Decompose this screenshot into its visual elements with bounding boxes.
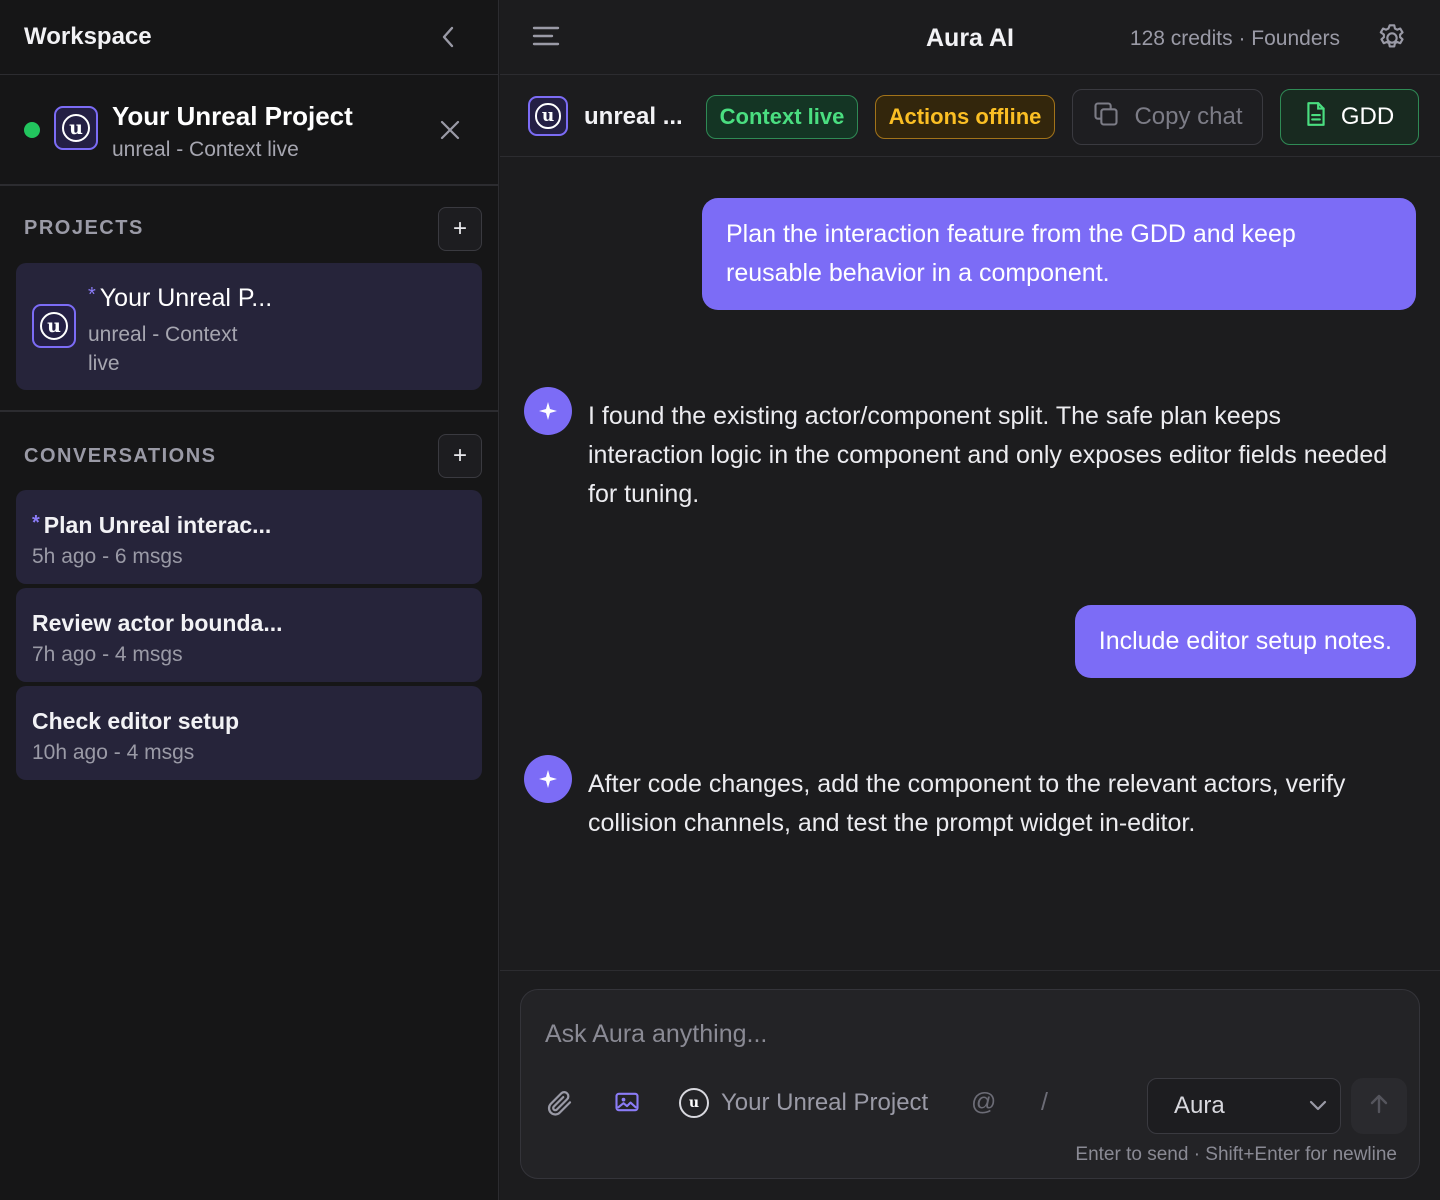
copy-icon: [1092, 100, 1120, 135]
conversations-heading: CONVERSATIONS: [24, 445, 217, 467]
copy-chat-label: Copy chat: [1134, 103, 1243, 130]
unreal-logo-icon: u: [528, 96, 568, 136]
send-button[interactable]: [1351, 1078, 1407, 1134]
context-bar: u unreal ... Context live Actions offlin…: [500, 75, 1440, 157]
active-project-subtitle: unreal - Context live: [112, 138, 299, 161]
conversation-item[interactable]: Check editor setup 10h ago - 4 msgs: [16, 686, 482, 780]
unreal-logo-icon: u: [54, 106, 98, 150]
projects-heading: PROJECTS: [24, 217, 144, 239]
context-project-name: unreal ...: [584, 103, 683, 130]
active-project: u Your Unreal Project unreal - Context l…: [0, 75, 498, 186]
project-card[interactable]: u * Your Unreal P... unreal - Context liv…: [16, 263, 482, 390]
user-message: Plan the interaction feature from the GD…: [702, 198, 1416, 310]
add-project-button[interactable]: +: [438, 207, 482, 251]
workspace-header: Workspace: [0, 0, 498, 75]
conversation-item[interactable]: * Plan Unreal interac... 5h ago - 6 msgs: [16, 490, 482, 584]
message-list: Plan the interaction feature from the GD…: [500, 158, 1440, 970]
mention-button[interactable]: @: [971, 1088, 996, 1117]
sidebar-divider: [0, 410, 499, 412]
top-bar: Aura AI 128 credits · Founders: [500, 0, 1440, 75]
gdd-button[interactable]: GDD: [1280, 89, 1419, 145]
sparkle-icon: [524, 387, 572, 435]
unsaved-marker: *: [88, 284, 96, 306]
send-hint: Enter to send · Shift+Enter for newline: [1075, 1144, 1397, 1165]
active-project-name: Your Unreal Project: [112, 101, 353, 131]
conversation-meta: 5h ago - 6 msgs: [32, 545, 183, 568]
sidebar: Workspace u Your Unreal Project unreal -…: [0, 0, 499, 1200]
add-conversation-button[interactable]: +: [438, 434, 482, 478]
command-button[interactable]: /: [1041, 1088, 1048, 1117]
copy-chat-button[interactable]: Copy chat: [1072, 89, 1263, 145]
actions-offline-badge: Actions offline: [875, 95, 1055, 139]
conversation-meta: 10h ago - 4 msgs: [32, 741, 195, 764]
document-icon: [1305, 101, 1327, 134]
menu-icon[interactable]: [532, 24, 560, 53]
context-live-badge: Context live: [706, 95, 858, 139]
conversation-item[interactable]: Review actor bounda... 7h ago - 4 msgs: [16, 588, 482, 682]
chevron-down-icon: [1308, 1092, 1328, 1120]
workspace-title: Workspace: [24, 23, 152, 50]
gear-icon[interactable]: [1376, 22, 1408, 59]
model-select-value: Aura: [1174, 1092, 1225, 1119]
close-icon[interactable]: [438, 118, 462, 147]
project-chip-label: Your Unreal Project: [721, 1089, 929, 1116]
project-card-name: * Your Unreal P...: [88, 284, 273, 312]
arrow-up-icon: [1367, 1092, 1391, 1121]
conversation-meta: 7h ago - 4 msgs: [32, 643, 183, 666]
conversation-title: Check editor setup: [32, 708, 240, 734]
message-input[interactable]: [545, 1014, 1385, 1054]
unreal-logo-icon: u: [32, 304, 76, 348]
assistant-message-text: I found the existing actor/component spl…: [588, 402, 1388, 508]
chat-panel: Aura AI 128 credits · Founders u unreal …: [500, 0, 1440, 1200]
status-dot: [24, 122, 40, 138]
composer-area: u Your Unreal Project @ / Aura Enter to …: [500, 970, 1440, 1200]
composer: u Your Unreal Project @ / Aura Enter to …: [520, 989, 1420, 1179]
gdd-label: GDD: [1340, 103, 1395, 130]
sparkle-icon: [524, 755, 572, 803]
paperclip-icon[interactable]: [545, 1088, 575, 1118]
image-icon[interactable]: [613, 1088, 641, 1116]
unreal-logo-icon: u: [679, 1088, 709, 1118]
conversation-title: Review actor bounda...: [32, 610, 283, 636]
model-select[interactable]: Aura: [1147, 1078, 1341, 1134]
project-card-subtitle: unreal - Context live: [88, 323, 238, 375]
assistant-message-text: After code changes, add the component to…: [588, 770, 1346, 837]
unsaved-marker: *: [32, 512, 40, 534]
user-message: Include editor setup notes.: [1074, 605, 1416, 678]
chevron-left-icon[interactable]: [436, 25, 460, 49]
project-context-chip[interactable]: u Your Unreal Project: [679, 1088, 928, 1118]
credits-label: 128 credits · Founders: [1129, 27, 1340, 50]
conversation-title: * Plan Unreal interac...: [32, 512, 272, 538]
